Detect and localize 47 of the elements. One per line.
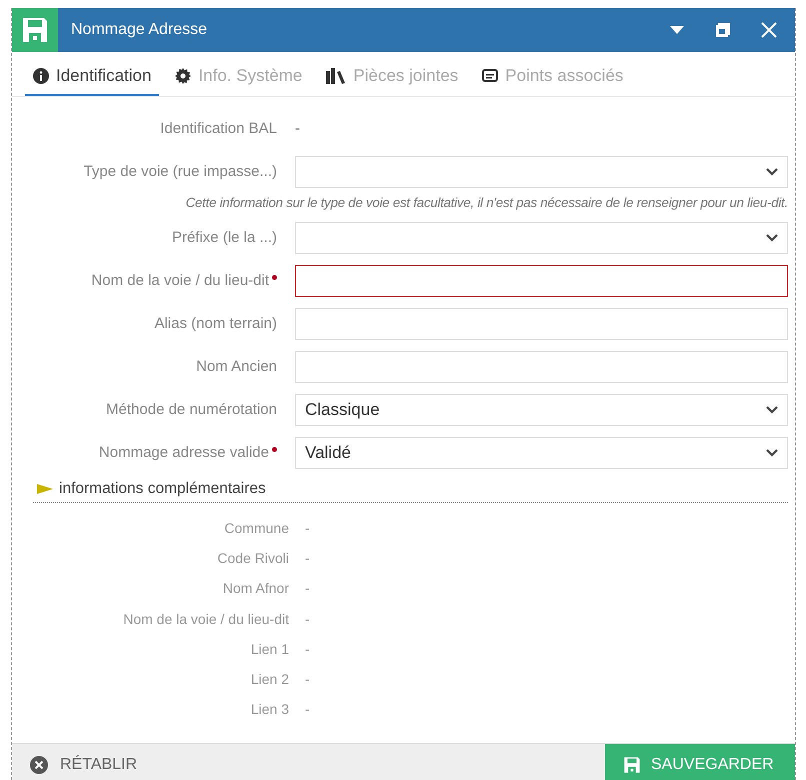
info-value: - — [305, 580, 310, 596]
books-icon — [326, 68, 346, 84]
field-label: Identification BAL — [160, 120, 277, 137]
section-toggle[interactable]: informations complémentaires — [33, 480, 266, 498]
field-label: Nommage adresse valide — [98, 444, 277, 461]
field-label: Méthode de numérotation — [106, 401, 277, 418]
field-label: Alias (nom terrain) — [154, 315, 277, 332]
info-value: - — [305, 640, 310, 657]
field-label: Type de voie (rue impasse...) — [84, 163, 277, 180]
info-value: - — [305, 550, 310, 566]
close-circle-icon — [30, 756, 48, 774]
info-value: - — [305, 701, 310, 718]
field-label: Préfixe (le la ...) — [172, 229, 277, 246]
info-label: Nom Afnor — [222, 580, 289, 596]
chevron-down-icon — [766, 234, 778, 242]
hint-text: Cette information sur le type de voie est facultative, il n'est pas nécessaire de le renseigner pour un lieu-dit. — [184, 194, 788, 212]
info-label: Lien 1 — [250, 640, 289, 657]
chevron-down-icon — [766, 168, 778, 176]
gear-icon — [175, 68, 192, 84]
field-label: Nom Ancien — [196, 358, 277, 375]
caret-down-icon — [670, 26, 684, 34]
window-title: Nommage Adresse — [71, 21, 208, 39]
chevron-down-icon — [766, 406, 778, 414]
close-icon — [761, 22, 777, 38]
tab[interactable]: Identification — [25, 60, 160, 96]
triangle-right-icon — [37, 483, 53, 495]
info-label: Nom de la voie / du lieu-dit — [122, 610, 289, 627]
info-icon — [33, 68, 49, 84]
info-value: - — [305, 671, 310, 688]
info-label: Commune — [223, 520, 289, 536]
select-field[interactable] — [295, 156, 788, 188]
chevron-down-icon — [766, 448, 778, 456]
select-field[interactable]: Classique — [295, 394, 788, 426]
info-value: - — [305, 610, 310, 627]
message-icon — [482, 69, 498, 83]
field-value: - — [295, 120, 300, 137]
info-label: Lien 3 — [250, 701, 289, 718]
input-field[interactable] — [295, 264, 788, 296]
info-label: Lien 2 — [250, 671, 289, 688]
select-field[interactable] — [295, 222, 788, 254]
info-value: - — [305, 520, 310, 536]
reset-button[interactable]: RÉTABLIR — [12, 744, 154, 780]
field-label: Nom de la voie / du lieu-dit — [91, 272, 277, 289]
restore-icon — [715, 22, 731, 38]
save-button[interactable]: SAUVEGARDER — [605, 744, 795, 780]
info-label: Code Rivoli — [216, 550, 289, 566]
select-field[interactable]: Validé — [295, 436, 788, 468]
